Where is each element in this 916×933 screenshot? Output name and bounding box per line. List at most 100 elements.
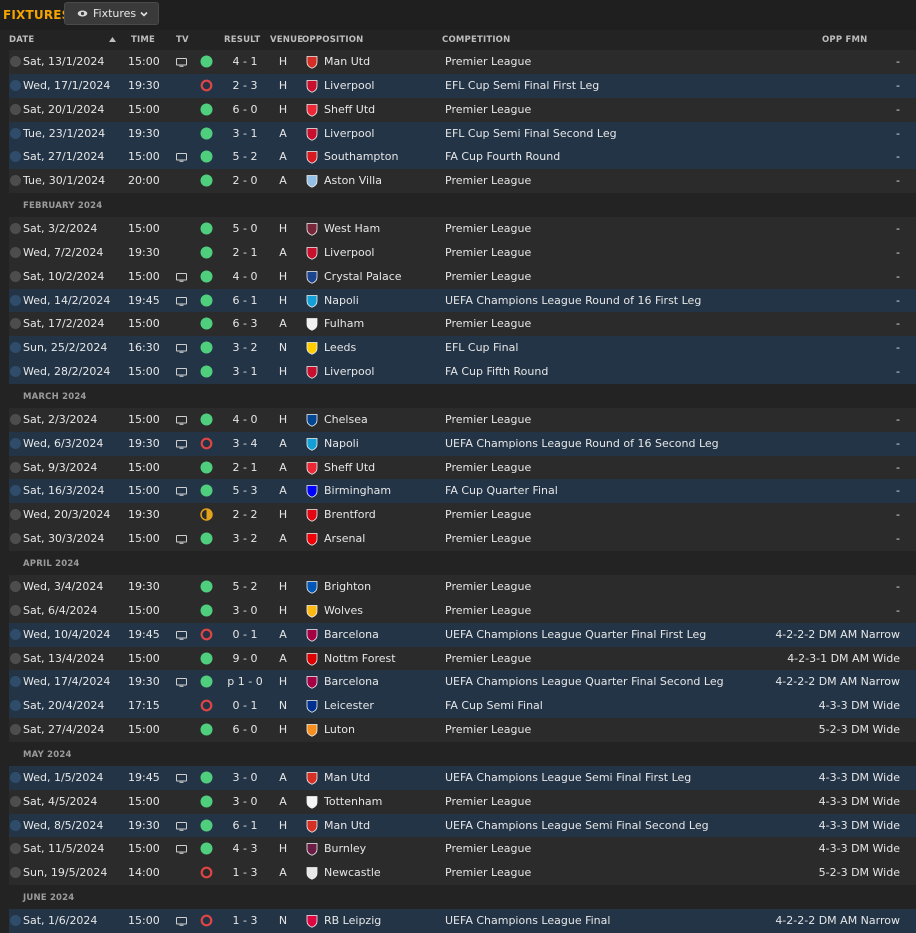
- fixture-result[interactable]: 2 - 1: [216, 461, 274, 474]
- fixture-result[interactable]: 5 - 2: [216, 580, 274, 593]
- col-result-header[interactable]: RESULT: [224, 35, 260, 45]
- fixture-row[interactable]: Tue, 23/1/2024 19:30 3 - 1 A Liverpool EFL Cu…: [9, 121, 916, 146]
- fixture-row[interactable]: Wed, 6/3/2024 19:30 3 - 4 A Napoli UEFA Champ…: [9, 431, 916, 456]
- fixture-result[interactable]: 3 - 4: [216, 437, 274, 450]
- fixture-row[interactable]: Sat, 1/6/2024 15:00 1 - 3 N RB Leipzig UEFA C…: [9, 908, 916, 933]
- fixture-row[interactable]: Sat, 16/3/2024 15:00 5 - 3 A Birmingham FA Cu…: [9, 479, 916, 504]
- opposition-name[interactable]: Sheff Utd: [324, 461, 375, 474]
- competition-name[interactable]: UEFA Champions League Round of 16 Second…: [445, 437, 719, 450]
- competition-name[interactable]: Premier League: [445, 866, 531, 879]
- fixture-row[interactable]: Sat, 11/5/2024 15:00 4 - 3 H Burnley Premier …: [9, 837, 916, 862]
- fixture-result[interactable]: 3 - 0: [216, 604, 274, 617]
- fixture-row[interactable]: Wed, 1/5/2024 19:45 3 - 0 A Man Utd UEFA Cham…: [9, 765, 916, 790]
- competition-name[interactable]: Premier League: [445, 461, 531, 474]
- opposition-name[interactable]: Brentford: [324, 508, 376, 521]
- fixture-result[interactable]: 2 - 3: [216, 79, 274, 92]
- opposition-name[interactable]: Leeds: [324, 341, 356, 354]
- fixture-result[interactable]: 6 - 1: [216, 819, 274, 832]
- competition-name[interactable]: Premier League: [445, 795, 531, 808]
- opposition-name[interactable]: Barcelona: [324, 628, 379, 641]
- opposition-name[interactable]: Nottm Forest: [324, 652, 396, 665]
- competition-name[interactable]: Premier League: [445, 604, 531, 617]
- opposition-name[interactable]: Fulham: [324, 317, 364, 330]
- competition-name[interactable]: Premier League: [445, 55, 531, 68]
- opposition-name[interactable]: Napoli: [324, 294, 359, 307]
- fixture-result[interactable]: p 1 - 0: [216, 675, 274, 688]
- fixture-row[interactable]: Sat, 13/4/2024 15:00 9 - 0 A Nottm Forest Pre…: [9, 646, 916, 671]
- fixture-row[interactable]: Wed, 17/4/2024 19:30 p 1 - 0 H Barcelona UEFA…: [9, 670, 916, 695]
- opposition-name[interactable]: Liverpool: [324, 79, 374, 92]
- competition-name[interactable]: UEFA Champions League Quarter Final Firs…: [445, 628, 706, 641]
- fixture-row[interactable]: Wed, 3/4/2024 19:30 5 - 2 H Brighton Premier …: [9, 574, 916, 599]
- fixture-result[interactable]: 0 - 1: [216, 628, 274, 641]
- fixture-result[interactable]: 6 - 0: [216, 723, 274, 736]
- fixture-row[interactable]: Wed, 7/2/2024 19:30 2 - 1 A Liverpool Premier…: [9, 240, 916, 265]
- col-date-header[interactable]: DATE: [9, 35, 34, 45]
- fixture-row[interactable]: Sat, 27/4/2024 15:00 6 - 0 H Luton Premier Le…: [9, 718, 916, 743]
- competition-name[interactable]: FA Cup Quarter Final: [445, 484, 558, 497]
- opposition-name[interactable]: Burnley: [324, 842, 366, 855]
- fixture-result[interactable]: 4 - 0: [216, 270, 274, 283]
- fixture-row[interactable]: Wed, 17/1/2024 19:30 2 - 3 H Liverpool EFL Cu…: [9, 73, 916, 98]
- col-competition-header[interactable]: COMPETITION: [442, 35, 510, 45]
- fixture-result[interactable]: 3 - 2: [216, 341, 274, 354]
- fixture-row[interactable]: Sun, 25/2/2024 16:30 3 - 2 N Leeds EFL Cup Fi…: [9, 336, 916, 361]
- fixture-result[interactable]: 6 - 1: [216, 294, 274, 307]
- fixture-result[interactable]: 1 - 3: [216, 866, 274, 879]
- fixture-result[interactable]: 4 - 1: [216, 55, 274, 68]
- fixture-row[interactable]: Sat, 9/3/2024 15:00 2 - 1 A Sheff Utd Premier…: [9, 455, 916, 480]
- fixture-result[interactable]: 3 - 2: [216, 532, 274, 545]
- fixture-row[interactable]: Wed, 10/4/2024 19:45 0 - 1 A Barcelona UEFA C…: [9, 622, 916, 647]
- fixture-result[interactable]: 5 - 0: [216, 222, 274, 235]
- competition-name[interactable]: Premier League: [445, 103, 531, 116]
- opposition-name[interactable]: Luton: [324, 723, 355, 736]
- fixture-result[interactable]: 6 - 0: [216, 103, 274, 116]
- competition-name[interactable]: Premier League: [445, 723, 531, 736]
- fixture-row[interactable]: Sat, 10/2/2024 15:00 4 - 0 H Crystal Palace P…: [9, 264, 916, 289]
- fixture-row[interactable]: Sat, 6/4/2024 15:00 3 - 0 H Wolves Premier Le…: [9, 598, 916, 623]
- opposition-name[interactable]: Chelsea: [324, 413, 368, 426]
- opposition-name[interactable]: Crystal Palace: [324, 270, 402, 283]
- opposition-name[interactable]: Liverpool: [324, 365, 374, 378]
- opposition-name[interactable]: Man Utd: [324, 55, 370, 68]
- opposition-name[interactable]: Barcelona: [324, 675, 379, 688]
- competition-name[interactable]: Premier League: [445, 413, 531, 426]
- fixture-result[interactable]: 2 - 1: [216, 246, 274, 259]
- opposition-name[interactable]: Liverpool: [324, 127, 374, 140]
- fixture-result[interactable]: 2 - 0: [216, 174, 274, 187]
- fixture-result[interactable]: 0 - 1: [216, 699, 274, 712]
- view-selector-button[interactable]: Fixtures: [64, 2, 159, 25]
- opposition-name[interactable]: Brighton: [324, 580, 371, 593]
- opposition-name[interactable]: Southampton: [324, 150, 398, 163]
- col-venue-header[interactable]: VENUE: [270, 35, 303, 45]
- fixture-result[interactable]: 3 - 1: [216, 127, 274, 140]
- competition-name[interactable]: UEFA Champions League Final: [445, 914, 610, 927]
- fixture-row[interactable]: Wed, 28/2/2024 15:00 3 - 1 H Liverpool FA Cup…: [9, 360, 916, 385]
- competition-name[interactable]: UEFA Champions League Semi Final First L…: [445, 771, 691, 784]
- fixture-result[interactable]: 9 - 0: [216, 652, 274, 665]
- competition-name[interactable]: Premier League: [445, 652, 531, 665]
- competition-name[interactable]: EFL Cup Semi Final Second Leg: [445, 127, 617, 140]
- opposition-name[interactable]: Arsenal: [324, 532, 365, 545]
- opposition-name[interactable]: Leicester: [324, 699, 374, 712]
- opposition-name[interactable]: Birmingham: [324, 484, 391, 497]
- competition-name[interactable]: Premier League: [445, 842, 531, 855]
- competition-name[interactable]: FA Cup Semi Final: [445, 699, 543, 712]
- fixture-result[interactable]: 4 - 0: [216, 413, 274, 426]
- fixture-result[interactable]: 5 - 2: [216, 150, 274, 163]
- opposition-name[interactable]: Wolves: [324, 604, 363, 617]
- fixture-row[interactable]: Sat, 3/2/2024 15:00 5 - 0 H West Ham Premier …: [9, 217, 916, 242]
- competition-name[interactable]: FA Cup Fifth Round: [445, 365, 548, 378]
- opposition-name[interactable]: Man Utd: [324, 771, 370, 784]
- col-opposition-header[interactable]: OPPOSITION: [302, 35, 364, 45]
- competition-name[interactable]: FA Cup Fourth Round: [445, 150, 560, 163]
- opposition-name[interactable]: Liverpool: [324, 246, 374, 259]
- fixture-row[interactable]: Sat, 17/2/2024 15:00 6 - 3 A Fulham Premier L…: [9, 312, 916, 337]
- fixture-row[interactable]: Sat, 13/1/2024 15:00 4 - 1 H Man Utd Premier …: [9, 50, 916, 74]
- competition-name[interactable]: Premier League: [445, 532, 531, 545]
- competition-name[interactable]: Premier League: [445, 222, 531, 235]
- competition-name[interactable]: EFL Cup Final: [445, 341, 518, 354]
- competition-name[interactable]: Premier League: [445, 174, 531, 187]
- competition-name[interactable]: Premier League: [445, 580, 531, 593]
- fixture-row[interactable]: Wed, 20/3/2024 19:30 2 - 2 H Brentford Premie…: [9, 503, 916, 528]
